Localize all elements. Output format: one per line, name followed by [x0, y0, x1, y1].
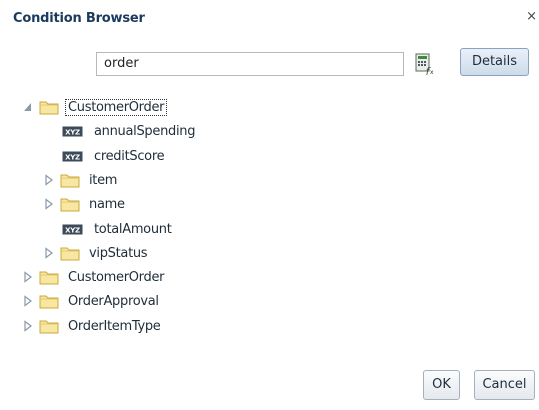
- folder-icon: [39, 320, 59, 334]
- tree-node-label[interactable]: totalAmount: [94, 222, 172, 237]
- tree-node-customerorder[interactable]: CustomerOrder: [23, 266, 165, 288]
- folder-icon: [39, 271, 59, 285]
- tree-node-name[interactable]: name: [44, 193, 125, 215]
- expression-builder-icon[interactable]: f x: [414, 53, 436, 75]
- expand-triangle-icon[interactable]: [23, 320, 33, 332]
- expand-triangle-icon[interactable]: [44, 198, 54, 210]
- tree-node-label[interactable]: OrderItemType: [68, 319, 161, 334]
- tree-node-label[interactable]: creditScore: [94, 149, 165, 164]
- cancel-button[interactable]: Cancel: [474, 370, 535, 400]
- tree-node-customerorder-expanded[interactable]: CustomerOrder: [23, 96, 168, 118]
- tree-node-label[interactable]: name: [89, 197, 125, 212]
- details-button[interactable]: Details: [460, 48, 529, 76]
- expand-triangle-icon[interactable]: [44, 247, 54, 259]
- tree-node-label[interactable]: annualSpending: [94, 124, 195, 139]
- tree-node-annualspending[interactable]: XYZ annualSpending: [62, 120, 195, 142]
- svg-text:XYZ: XYZ: [65, 153, 80, 161]
- ok-button[interactable]: OK: [423, 370, 460, 400]
- folder-icon: [60, 198, 80, 212]
- tree-node-totalamount[interactable]: XYZ totalAmount: [62, 218, 172, 240]
- search-input[interactable]: order: [96, 52, 404, 76]
- folder-icon: [39, 101, 59, 115]
- tree-node-vipstatus[interactable]: vipStatus: [44, 242, 148, 264]
- field-xyz-icon: XYZ: [62, 224, 83, 234]
- svg-text:XYZ: XYZ: [65, 128, 80, 136]
- tree-node-label[interactable]: vipStatus: [89, 246, 148, 261]
- collapse-triangle-icon[interactable]: [23, 101, 33, 113]
- folder-icon: [39, 295, 59, 309]
- tree-node-label[interactable]: OrderApproval: [68, 294, 159, 309]
- field-xyz-icon: XYZ: [62, 151, 83, 161]
- tree-node-orderapproval[interactable]: OrderApproval: [23, 290, 159, 312]
- tree-node-label[interactable]: CustomerOrder: [65, 98, 168, 116]
- expand-triangle-icon[interactable]: [44, 174, 54, 186]
- tree-node-label[interactable]: CustomerOrder: [68, 270, 165, 285]
- folder-icon: [60, 174, 80, 188]
- folder-icon: [60, 247, 80, 261]
- condition-browser-dialog: Condition Browser × order f x Details Cu…: [0, 0, 539, 410]
- tree-node-orderitemtype[interactable]: OrderItemType: [23, 315, 161, 337]
- tree-node-creditscore[interactable]: XYZ creditScore: [62, 145, 165, 167]
- field-xyz-icon: XYZ: [62, 126, 83, 136]
- close-icon[interactable]: ×: [525, 9, 537, 25]
- expand-triangle-icon[interactable]: [23, 295, 33, 307]
- tree-node-item[interactable]: item: [44, 169, 117, 191]
- svg-text:x: x: [430, 69, 434, 75]
- expand-triangle-icon[interactable]: [23, 271, 33, 283]
- svg-text:XYZ: XYZ: [65, 226, 80, 234]
- dialog-title: Condition Browser: [13, 11, 145, 26]
- tree-node-label[interactable]: item: [89, 173, 117, 188]
